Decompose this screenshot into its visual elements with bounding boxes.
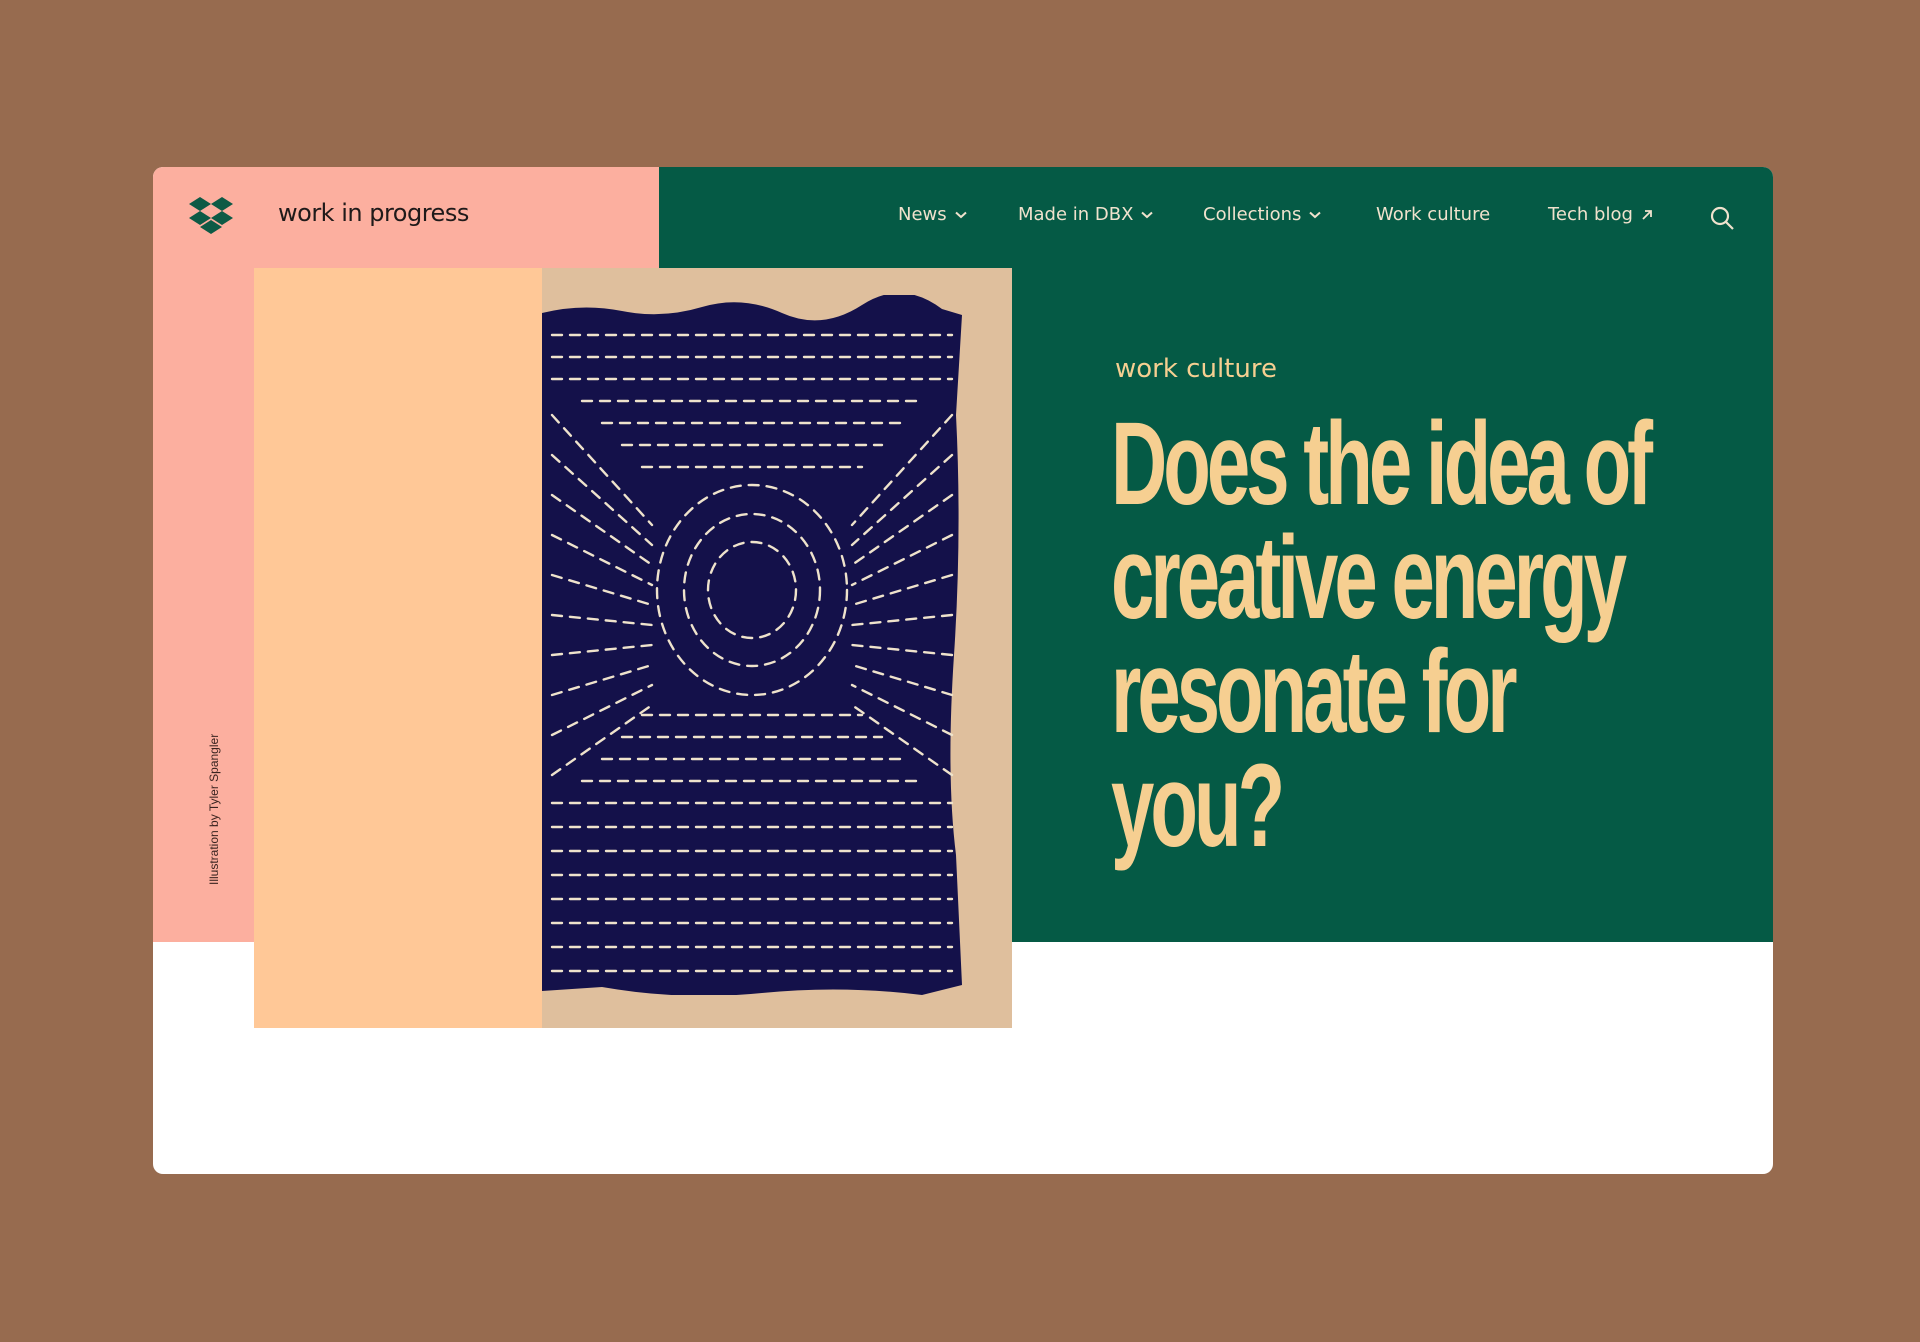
illustration-credit: Illustration by Tyler Spangler — [207, 733, 221, 885]
nav-item-made-in-dbx[interactable]: Made in DBX — [1018, 204, 1154, 225]
nav-item-label: Work culture — [1376, 204, 1491, 225]
page-card: work in progress News Made in DBX Collec… — [153, 167, 1773, 1174]
nav-item-label: Collections — [1203, 204, 1302, 225]
textile-illustration — [542, 295, 962, 995]
nav-item-news[interactable]: News — [898, 204, 967, 225]
arrow-up-right-icon — [1642, 209, 1652, 220]
nav-item-work-culture[interactable]: Work culture — [1376, 204, 1490, 225]
nav-item-label: Made in DBX — [1018, 204, 1134, 225]
article-headline[interactable]: Does the idea of creative energy resonat… — [1111, 405, 1672, 865]
chevron-down-icon — [1309, 211, 1322, 218]
chevron-down-icon — [1141, 211, 1154, 218]
nav-item-label: Tech blog — [1548, 204, 1633, 225]
category-link[interactable]: work culture — [1115, 354, 1277, 384]
nav-item-collections[interactable]: Collections — [1203, 204, 1322, 225]
chevron-down-icon — [954, 211, 967, 218]
artwork-peach-block — [254, 268, 542, 1028]
nav-item-label: News — [898, 204, 947, 225]
main-nav: News Made in DBX Collections Work cultur… — [153, 167, 1773, 267]
search-icon[interactable] — [1709, 205, 1735, 231]
nav-item-tech-blog[interactable]: Tech blog — [1548, 204, 1653, 225]
